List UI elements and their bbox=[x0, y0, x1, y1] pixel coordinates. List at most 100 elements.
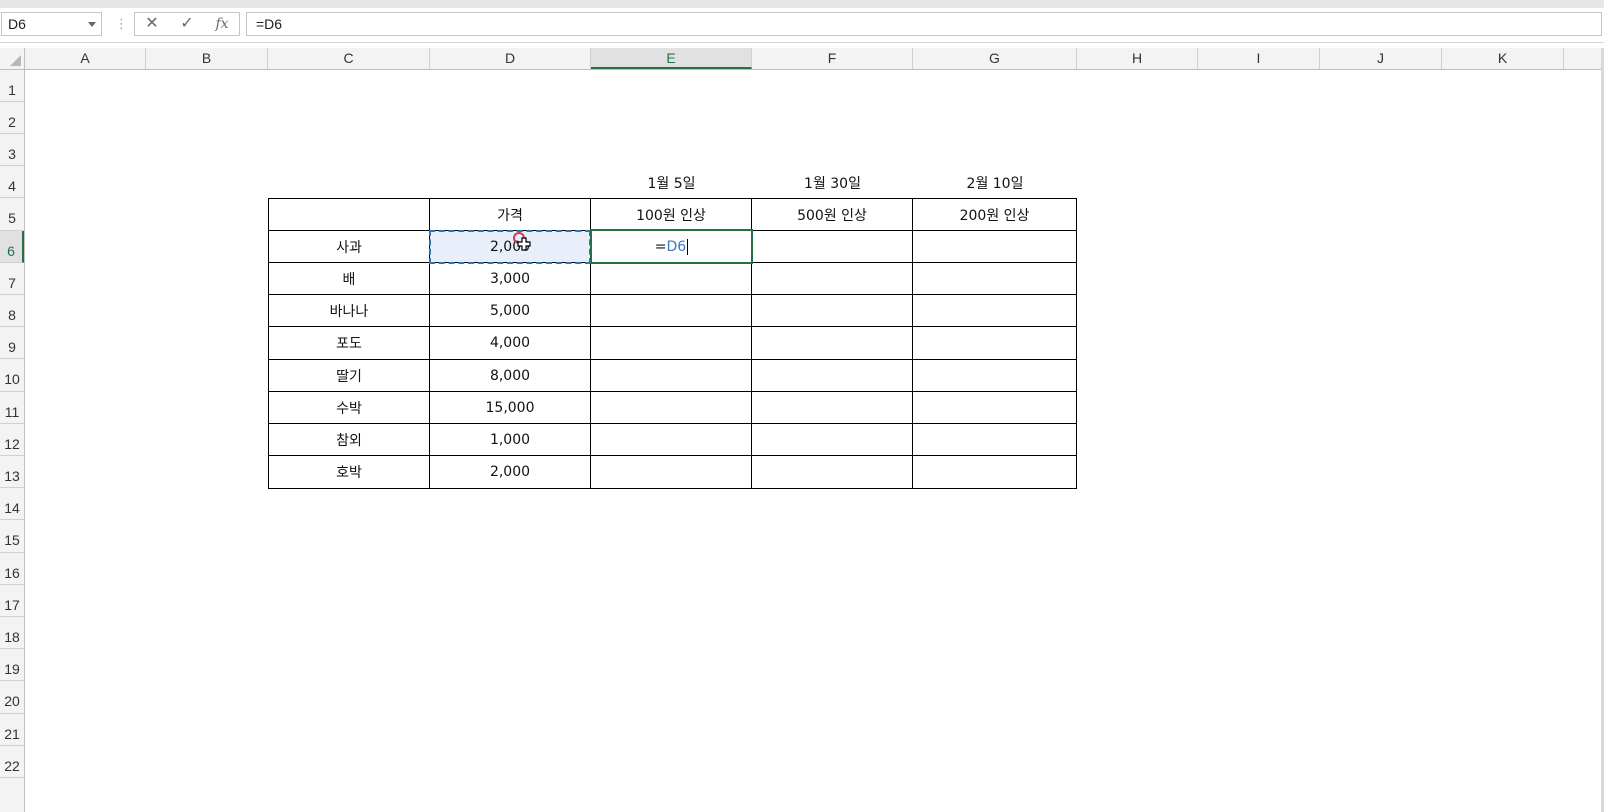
row-header-13[interactable]: 13 bbox=[0, 456, 24, 488]
column-header-k[interactable]: K bbox=[1442, 48, 1564, 69]
row-header-16[interactable]: 16 bbox=[0, 553, 24, 585]
select-all-icon bbox=[10, 55, 21, 66]
enter-icon[interactable]: ✓ bbox=[172, 13, 202, 35]
row-header-9[interactable]: 9 bbox=[0, 327, 24, 359]
column-header-c[interactable]: C bbox=[268, 48, 430, 69]
fruit-name-cell[interactable]: 호박 bbox=[269, 456, 430, 489]
row-header-15[interactable]: 15 bbox=[0, 520, 24, 553]
empty-table-cell[interactable] bbox=[752, 231, 913, 263]
column-header-f[interactable]: F bbox=[752, 48, 913, 69]
date-label[interactable]: 1월 5일 bbox=[591, 167, 752, 199]
chevron-down-icon[interactable] bbox=[88, 22, 96, 27]
column-header-a[interactable]: A bbox=[25, 48, 146, 69]
empty-table-cell[interactable] bbox=[591, 456, 752, 489]
table-header-cell[interactable]: 200원 인상 bbox=[913, 199, 1077, 231]
empty-table-cell[interactable] bbox=[752, 360, 913, 392]
select-all-button[interactable] bbox=[0, 48, 25, 69]
column-header-j[interactable]: J bbox=[1320, 48, 1442, 69]
price-cell[interactable]: 5,000 bbox=[430, 295, 591, 327]
date-label[interactable]: 1월 30일 bbox=[752, 167, 913, 199]
empty-table-cell[interactable] bbox=[752, 456, 913, 489]
row-header-7[interactable]: 7 bbox=[0, 263, 24, 295]
formula-text: =D6 bbox=[256, 16, 283, 32]
empty-table-cell[interactable] bbox=[591, 392, 752, 424]
name-box-value: D6 bbox=[8, 16, 26, 32]
name-box[interactable]: D6 bbox=[1, 12, 102, 36]
row-header-11[interactable]: 11 bbox=[0, 392, 24, 424]
empty-table-cell[interactable] bbox=[913, 392, 1077, 424]
row-header-6[interactable]: 6 bbox=[0, 231, 24, 263]
editing-cell[interactable]: = D6 bbox=[590, 229, 753, 264]
empty-table-cell[interactable] bbox=[913, 295, 1077, 327]
row-headers: 1 2 3 4 5 6 7 8 9 10 11 12 13 14 15 16 17 18 19 20 21 22 bbox=[0, 70, 25, 812]
column-header-e[interactable]: E bbox=[591, 48, 752, 69]
column-header-i[interactable]: I bbox=[1198, 48, 1320, 69]
window-top-strip bbox=[0, 0, 1604, 8]
row-header-8[interactable]: 8 bbox=[0, 295, 24, 327]
table-corner-cell[interactable] bbox=[269, 199, 430, 231]
empty-table-cell[interactable] bbox=[591, 263, 752, 295]
date-label[interactable]: 2월 10일 bbox=[913, 167, 1077, 199]
row-header-19[interactable]: 19 bbox=[0, 649, 24, 681]
fruit-name-cell[interactable]: 참외 bbox=[269, 424, 430, 456]
price-cell[interactable]: 1,000 bbox=[430, 424, 591, 456]
worksheet-grid[interactable]: 1월 5일 1월 30일 2월 10일 가격 100원 인상 500원 인상 200원… bbox=[25, 70, 1604, 812]
table-header-cell[interactable]: 100원 인상 bbox=[591, 199, 752, 231]
row-header-4[interactable]: 4 bbox=[0, 166, 24, 198]
row-header-2[interactable]: 2 bbox=[0, 102, 24, 134]
column-header-g[interactable]: G bbox=[913, 48, 1077, 69]
insert-function-icon[interactable]: fx bbox=[207, 13, 237, 35]
empty-table-cell[interactable] bbox=[752, 263, 913, 295]
empty-table-cell[interactable] bbox=[752, 327, 913, 360]
empty-table-cell[interactable] bbox=[913, 456, 1077, 489]
empty-table-cell[interactable] bbox=[913, 231, 1077, 263]
cancel-icon[interactable]: ✕ bbox=[137, 13, 167, 35]
price-cell[interactable]: 4,000 bbox=[430, 327, 591, 360]
column-header-b[interactable]: B bbox=[146, 48, 268, 69]
formula-bar: D6 ⋮ ✕ ✓ fx =D6 bbox=[0, 8, 1604, 43]
text-caret bbox=[687, 238, 689, 255]
edit-reference: D6 bbox=[666, 238, 687, 255]
row-header-21[interactable]: 21 bbox=[0, 714, 24, 746]
formula-buttons: ✕ ✓ fx bbox=[134, 12, 240, 36]
fruit-name-cell[interactable]: 사과 bbox=[269, 231, 430, 263]
row-header-22[interactable]: 22 bbox=[0, 746, 24, 778]
cursor-icon bbox=[513, 232, 531, 251]
empty-table-cell[interactable] bbox=[752, 392, 913, 424]
row-header-3[interactable]: 3 bbox=[0, 134, 24, 166]
row-header-17[interactable]: 17 bbox=[0, 585, 24, 617]
empty-table-cell[interactable] bbox=[591, 424, 752, 456]
fruit-name-cell[interactable]: 바나나 bbox=[269, 295, 430, 327]
row-header-20[interactable]: 20 bbox=[0, 681, 24, 714]
column-header-d[interactable]: D bbox=[430, 48, 591, 69]
column-headers: ABCDEFGHIJK bbox=[0, 48, 1604, 70]
fruit-name-cell[interactable]: 포도 bbox=[269, 327, 430, 360]
fruit-name-cell[interactable]: 수박 bbox=[269, 392, 430, 424]
empty-table-cell[interactable] bbox=[913, 360, 1077, 392]
empty-table-cell[interactable] bbox=[913, 263, 1077, 295]
price-cell[interactable]: 3,000 bbox=[430, 263, 591, 295]
row-header-18[interactable]: 18 bbox=[0, 617, 24, 649]
price-cell[interactable]: 15,000 bbox=[430, 392, 591, 424]
empty-table-cell[interactable] bbox=[591, 360, 752, 392]
fruit-name-cell[interactable]: 배 bbox=[269, 263, 430, 295]
price-cell[interactable]: 2,000 bbox=[430, 456, 591, 489]
empty-table-cell[interactable] bbox=[591, 327, 752, 360]
more-options-icon[interactable]: ⋮ bbox=[115, 16, 128, 32]
fruit-name-cell[interactable]: 딸기 bbox=[269, 360, 430, 392]
row-header-1[interactable]: 1 bbox=[0, 70, 24, 102]
table-header-cell[interactable]: 가격 bbox=[430, 199, 591, 231]
empty-table-cell[interactable] bbox=[913, 327, 1077, 360]
empty-table-cell[interactable] bbox=[913, 424, 1077, 456]
row-header-5[interactable]: 5 bbox=[0, 198, 24, 231]
column-header-h[interactable]: H bbox=[1077, 48, 1198, 69]
table-header-cell[interactable]: 500원 인상 bbox=[752, 199, 913, 231]
row-header-12[interactable]: 12 bbox=[0, 424, 24, 456]
empty-table-cell[interactable] bbox=[752, 424, 913, 456]
row-header-10[interactable]: 10 bbox=[0, 359, 24, 392]
price-cell[interactable]: 8,000 bbox=[430, 360, 591, 392]
empty-table-cell[interactable] bbox=[591, 295, 752, 327]
formula-input[interactable]: =D6 bbox=[246, 12, 1602, 36]
empty-table-cell[interactable] bbox=[752, 295, 913, 327]
row-header-14[interactable]: 14 bbox=[0, 488, 24, 520]
